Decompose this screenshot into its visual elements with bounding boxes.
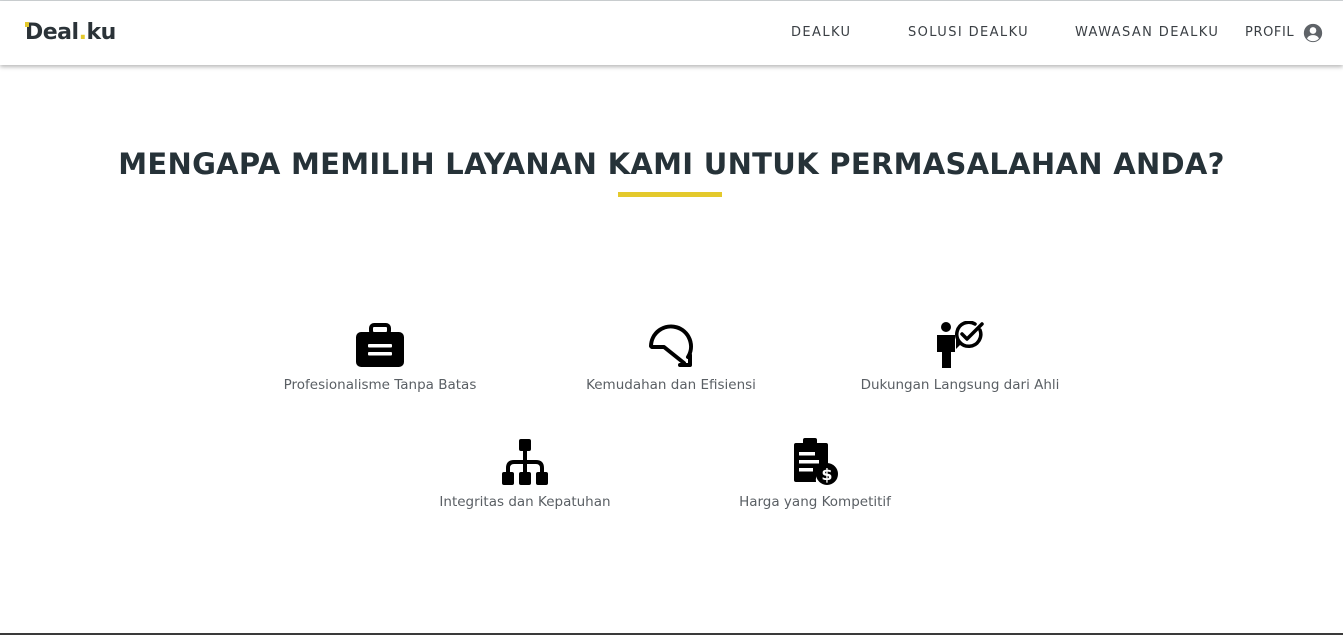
clipboard-dollar-icon: $ bbox=[794, 438, 838, 485]
nav-link-profil[interactable]: PROFIL bbox=[1245, 25, 1294, 40]
briefcase-icon bbox=[356, 323, 404, 367]
svg-text:$: $ bbox=[821, 465, 832, 484]
feature-label: Dukungan Langsung dari Ahli bbox=[860, 377, 1060, 393]
logo-letter-d: D bbox=[25, 20, 43, 45]
feature-label: Profesionalisme Tanpa Batas bbox=[283, 377, 477, 393]
feature-label: Integritas dan Kepatuhan bbox=[439, 494, 611, 510]
hierarchy-icon bbox=[502, 439, 548, 485]
title-underline bbox=[618, 192, 722, 197]
logo-dot: . bbox=[78, 20, 87, 45]
feature-efficiency: Kemudahan dan Efisiensi bbox=[551, 323, 791, 393]
feature-competitive-price: $ Harga yang Kompetitif bbox=[695, 438, 935, 510]
rotate-arrow-icon bbox=[649, 324, 693, 367]
account-circle-icon[interactable] bbox=[1303, 23, 1323, 43]
nav-link-wawasan-dealku[interactable]: WAWASAN DEALKU bbox=[1075, 25, 1219, 40]
dealku-logo[interactable]: Deal. ku bbox=[25, 20, 116, 46]
nav-link-solusi-dealku[interactable]: SOLUSI DEALKU bbox=[908, 25, 1029, 40]
feature-professionalism: Profesionalisme Tanpa Batas bbox=[260, 323, 500, 393]
feature-expert-support: Dukungan Langsung dari Ahli bbox=[840, 321, 1080, 393]
logo-text-mid: eal bbox=[42, 20, 79, 45]
feature-integrity: Integritas dan Kepatuhan bbox=[405, 438, 645, 510]
nav-link-dealku[interactable]: DEALKU bbox=[791, 25, 851, 40]
feature-label: Harga yang Kompetitif bbox=[739, 494, 891, 510]
feature-label: Kemudahan dan Efisiensi bbox=[586, 377, 756, 393]
logo-text-end: ku bbox=[86, 20, 116, 45]
person-check-icon bbox=[937, 321, 984, 368]
navbar: Deal. ku DEALKU SOLUSI DEALKU WAWASAN DEA… bbox=[0, 1, 1343, 65]
section-title: MENGAPA MEMILIH LAYANAN KAMI UNTUK PERMA… bbox=[118, 147, 1225, 181]
